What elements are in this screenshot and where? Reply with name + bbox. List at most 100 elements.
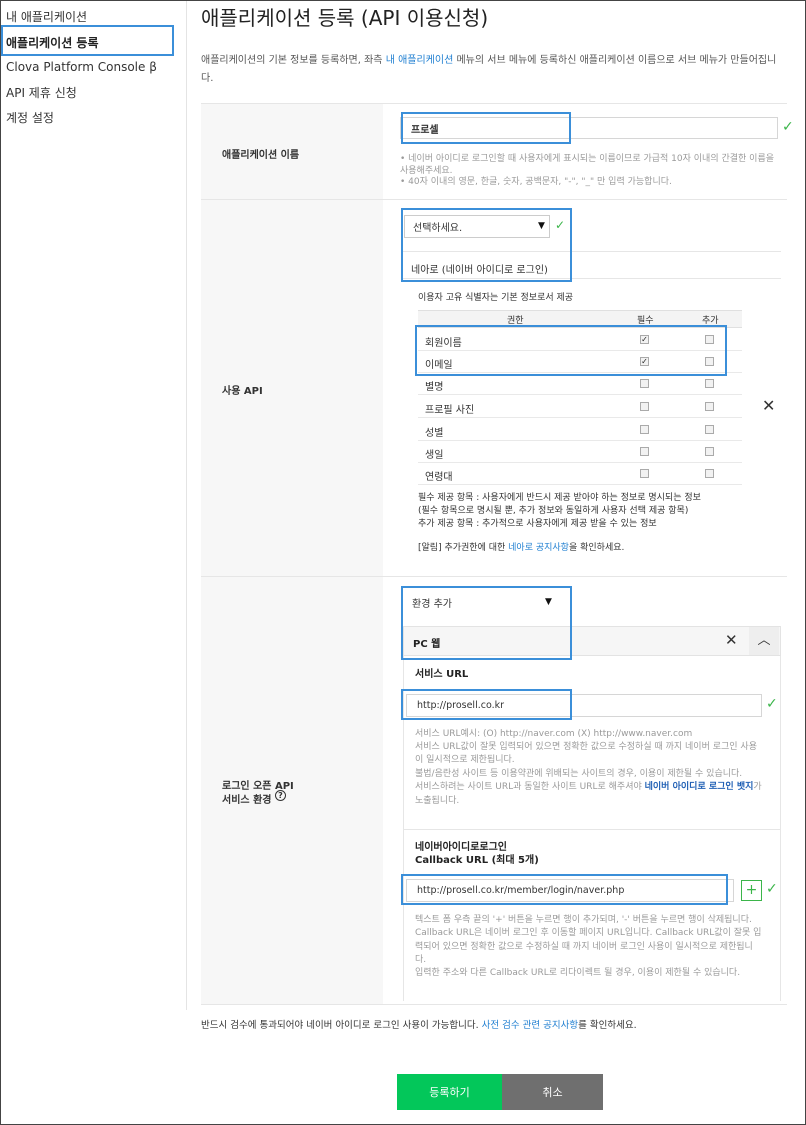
- note-required-2: (필수 항목으로 명시될 뿐, 추가 정보와 동일하게 사용자 선택 제공 항목…: [418, 506, 689, 516]
- table-row: 생일: [418, 441, 742, 463]
- column-permission: 권한: [507, 316, 524, 326]
- intro-text-prefix: 애플리케이션의 기본 정보를 등록하면, 좌측: [201, 55, 386, 66]
- extra-checkbox[interactable]: [705, 447, 714, 456]
- form-bottom-border: [201, 1004, 787, 1005]
- pc-web-title: PC 웹: [413, 639, 441, 650]
- pc-web-remove-icon[interactable]: ✕: [725, 631, 738, 649]
- cancel-button[interactable]: 취소: [502, 1074, 603, 1110]
- env-select[interactable]: 환경 추가: [404, 591, 560, 613]
- remove-api-icon[interactable]: ✕: [762, 396, 775, 415]
- permission-name: 프로필 사진: [425, 405, 475, 416]
- required-checkbox[interactable]: [640, 425, 649, 434]
- required-checkbox[interactable]: [640, 447, 649, 456]
- sidebar-item-clova-console[interactable]: Clova Platform Console β: [6, 60, 157, 74]
- app-name-help-1: • 네이버 아이디로 로그인할 때 사용자에게 표시되는 이름이므로 가급적 1…: [400, 154, 775, 176]
- table-row: 회원이름 ✓: [418, 329, 742, 351]
- extra-checkbox[interactable]: [705, 425, 714, 434]
- api-select[interactable]: 선택하세요.: [404, 215, 550, 238]
- api-select-valid-check-icon: ✓: [555, 218, 566, 232]
- sidebar-item-my-apps[interactable]: 내 애플리케이션: [6, 8, 87, 25]
- service-url-help-3: 이 일시적으로 제한됩니다.: [415, 755, 515, 765]
- extra-checkbox[interactable]: [705, 379, 714, 388]
- service-url-label: 서비스 URL: [415, 669, 469, 680]
- env-help-icon[interactable]: ?: [275, 790, 286, 801]
- service-url-help-2: 서비스 URL값이 잘못 입력되어 있으면 정확한 값으로 수정하실 때 까지 …: [415, 742, 757, 752]
- add-callback-button[interactable]: +: [741, 880, 762, 901]
- callback-help-3: 력되어 있으면 정확한 값으로 수정하실 때 까지 네이버 로그인 사용이 일시…: [415, 942, 753, 952]
- permission-name: 별명: [425, 382, 444, 393]
- note-required-1: 필수 제공 항목 : 사용자에게 반드시 제공 받아야 하는 정보로 명시되는 …: [418, 493, 701, 503]
- app-name-valid-check-icon: ✓: [782, 119, 794, 135]
- form-top-border: [201, 103, 787, 104]
- service-url-help-5: 서비스하려는 사이트 URL과 동일한 사이트 URL로 해주셔야 네이버 아이…: [415, 781, 762, 793]
- callback-label-line2: Callback URL (최대 5개): [415, 855, 539, 866]
- callback-url-valid-check-icon: ✓: [766, 881, 778, 897]
- required-checkbox[interactable]: ✓: [640, 357, 649, 366]
- sidebar-item-register-app[interactable]: 애플리케이션 등록: [6, 34, 99, 51]
- permission-name: 연령대: [425, 472, 453, 483]
- form-label-column: [201, 104, 383, 1004]
- service-url-help-5-text: 서비스하려는 사이트 URL과 동일한 사이트 URL로 해주셔야: [415, 782, 645, 792]
- page-title: 애플리케이션 등록 (API 이용신청): [201, 6, 489, 30]
- sidebar-divider: [186, 0, 187, 1010]
- callback-url-input[interactable]: http://prosell.co.kr/member/login/naver.…: [406, 879, 734, 902]
- env-select-value: 환경 추가: [412, 598, 452, 610]
- alert-notice-link[interactable]: 네아로 공지사항: [508, 543, 569, 553]
- review-notice-suffix: 를 확인하세요.: [578, 1020, 637, 1031]
- sidebar-item-account-settings[interactable]: 계정 설정: [6, 109, 54, 126]
- review-notice-link[interactable]: 사전 검수 관련 공지사항: [482, 1020, 578, 1031]
- selected-api-label: 네아로 (네이버 아이디로 로그인): [411, 265, 548, 276]
- required-checkbox[interactable]: ✓: [640, 335, 649, 344]
- service-url-input[interactable]: http://prosell.co.kr: [406, 694, 762, 717]
- naver-login-badge-link[interactable]: 네이버 아이디로 로그인 뱃지: [645, 782, 754, 792]
- permission-subtitle: 이용자 고유 식별자는 기본 정보로서 제공: [418, 293, 574, 303]
- table-row: 이메일 ✓: [418, 351, 742, 373]
- required-checkbox[interactable]: [640, 402, 649, 411]
- table-row: 프로필 사진: [418, 396, 742, 418]
- service-url-help-5-after: 가: [753, 782, 762, 792]
- app-name-help-2: • 40자 이내의 영문, 한글, 숫자, 공백문자, "-", "_" 만 입…: [400, 177, 672, 187]
- table-row: 연령대: [418, 463, 742, 485]
- required-checkbox[interactable]: [640, 469, 649, 478]
- api-alert: [알림] 추가권한에 대한 네아로 공지사항을 확인하세요.: [418, 542, 624, 555]
- permission-name: 생일: [425, 450, 444, 461]
- sidebar-item-api-partnership[interactable]: API 제휴 신청: [6, 84, 77, 101]
- callback-divider: [403, 829, 781, 830]
- extra-checkbox[interactable]: [705, 469, 714, 478]
- use-api-label: 사용 API: [222, 386, 263, 397]
- extra-checkbox[interactable]: [705, 402, 714, 411]
- service-url-help-1: 서비스 URL예시: (O) http://naver.com (X) http…: [415, 729, 693, 739]
- alert-prefix: [알림] 추가권한에 대한: [418, 543, 509, 553]
- app-name-input[interactable]: 프로셀: [400, 117, 778, 139]
- permission-name: 이메일: [425, 360, 453, 371]
- permission-table-header-bg: [418, 310, 742, 328]
- review-notice: 반드시 검수에 통과되어야 네이버 아이디로 로그인 사용이 가능합니다. 사전…: [201, 1019, 637, 1032]
- register-button[interactable]: 등록하기: [397, 1074, 502, 1110]
- alert-suffix: 을 확인하세요.: [568, 543, 625, 553]
- table-row: 별명: [418, 373, 742, 395]
- table-row: 성별: [418, 419, 742, 441]
- pc-web-collapse-icon[interactable]: ︿: [749, 627, 779, 655]
- page-intro: 애플리케이션의 기본 정보를 등록하면, 좌측 내 애플리케이션 메뉴의 서브 …: [201, 52, 787, 88]
- intro-my-apps-link[interactable]: 내 애플리케이션: [386, 55, 454, 66]
- service-url-help-6: 노출됩니다.: [415, 796, 460, 806]
- column-required: 필수: [637, 316, 654, 326]
- column-extra: 추가: [702, 316, 719, 326]
- env-select-caret-icon[interactable]: ▼: [545, 597, 552, 607]
- review-notice-prefix: 반드시 검수에 통과되어야 네이버 아이디로 로그인 사용이 가능합니다.: [201, 1020, 482, 1031]
- extra-checkbox[interactable]: [705, 335, 714, 344]
- api-select-caret-icon[interactable]: ▼: [538, 221, 545, 231]
- note-extra: 추가 제공 항목 : 추가적으로 사용자에게 제공 받을 수 있는 정보: [418, 519, 657, 529]
- extra-checkbox[interactable]: [705, 357, 714, 366]
- service-url-valid-check-icon: ✓: [766, 696, 778, 712]
- callback-help-1: 텍스트 폼 우측 끝의 '+' 버튼을 누르면 행이 추가되며, '-' 버튼을…: [415, 915, 752, 925]
- callback-help-5: 입력한 주소와 다른 Callback URL로 리다이렉트 될 경우, 이용이…: [415, 968, 741, 978]
- app-name-label: 애플리케이션 이름: [222, 150, 300, 161]
- section-divider-1: [201, 199, 787, 200]
- env-label-line2: 서비스 환경: [222, 795, 272, 806]
- callback-help-4: 다.: [415, 955, 427, 965]
- service-url-help-4: 불법/음란성 사이트 등 이용약관에 위배되는 사이트의 경우, 이용이 제한될…: [415, 769, 743, 779]
- section-divider-2: [201, 576, 787, 577]
- api-select-value: 선택하세요.: [413, 223, 463, 234]
- required-checkbox[interactable]: [640, 379, 649, 388]
